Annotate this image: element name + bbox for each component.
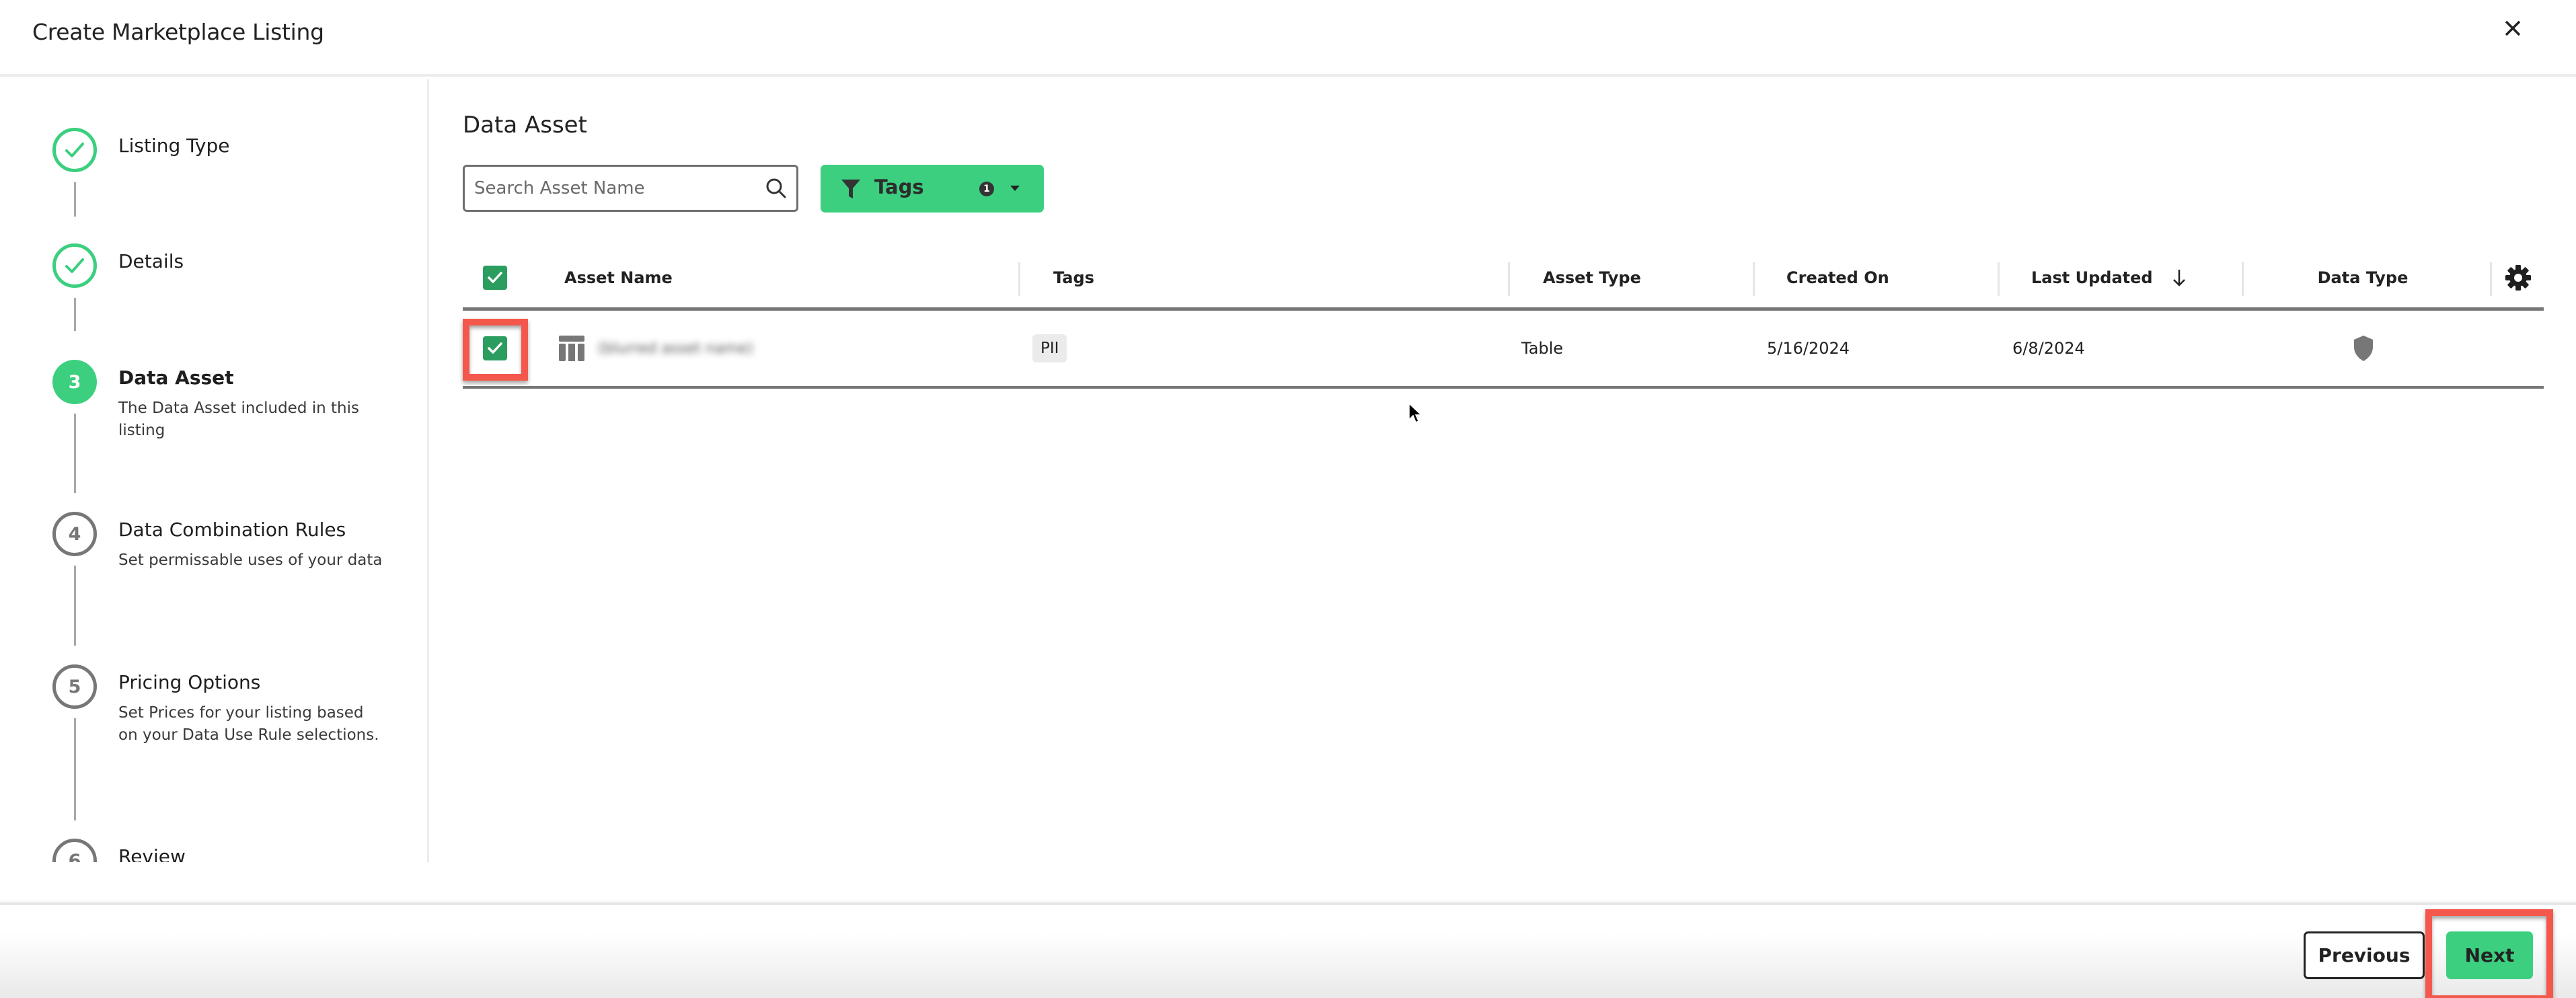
step-label: Pricing Options: [118, 671, 261, 693]
step-description: The Data Asset included in this listing: [118, 399, 359, 439]
table-row[interactable]: (blurred asset name) PII Table 5/16/2024…: [463, 311, 2544, 389]
step-connector: [74, 298, 76, 331]
column-label: Last Updated: [2031, 268, 2153, 287]
column-label: Created On: [1786, 268, 1889, 287]
shield-icon: [2354, 336, 2373, 361]
close-icon: [2505, 20, 2521, 36]
column-divider[interactable]: [2242, 262, 2244, 296]
step-number-badge: 5: [52, 664, 97, 709]
step-number-badge: 4: [52, 512, 97, 556]
tags-filter-count-badge: 1: [979, 182, 994, 196]
filter-icon: [841, 180, 860, 198]
step-connector: [74, 566, 76, 646]
table-icon: [559, 336, 584, 361]
column-divider[interactable]: [1018, 262, 1020, 296]
step-label: Data Asset: [118, 367, 234, 389]
asset-name: (blurred asset name): [598, 340, 753, 357]
previous-button[interactable]: Previous: [2304, 931, 2425, 979]
data-asset-table: Asset Name Tags Asset Type Created On La…: [463, 247, 2544, 389]
main-content: Data Asset Tags 1 Asset Name: [431, 79, 2576, 862]
data-type-cell: [2353, 311, 2374, 386]
column-header-asset-type[interactable]: Asset Type: [1508, 247, 1750, 307]
step-description: Set Prices for your listing based on you…: [118, 704, 379, 744]
column-header-tags[interactable]: Tags: [1018, 247, 1489, 307]
column-divider[interactable]: [1998, 262, 2000, 296]
check-icon: [488, 342, 502, 354]
tags-cell: PII: [1032, 311, 1067, 386]
column-header-asset-name[interactable]: Asset Name: [564, 247, 673, 307]
step-connector: [74, 414, 76, 493]
row-checkbox[interactable]: [483, 336, 507, 360]
table-header: Asset Name Tags Asset Type Created On La…: [463, 247, 2544, 311]
search-input[interactable]: [474, 167, 757, 210]
step-label: Listing Type: [118, 135, 230, 157]
column-label: Asset Type: [1543, 268, 1641, 287]
stepper: Listing Type Details 3 Data Asset The Da…: [0, 79, 429, 862]
column-label: Asset Name: [564, 268, 673, 287]
step-number-badge: 3: [52, 360, 97, 404]
step-complete-indicator: [52, 128, 97, 172]
next-button[interactable]: Next: [2446, 931, 2533, 979]
column-divider[interactable]: [1753, 262, 1755, 296]
created-on-cell: 5/16/2024: [1767, 339, 1850, 358]
step-complete-indicator: [52, 243, 97, 288]
caret-down-icon: [1010, 186, 1020, 191]
column-divider[interactable]: [1508, 262, 1510, 296]
search-box[interactable]: [463, 165, 798, 212]
search-icon[interactable]: [764, 176, 788, 200]
dialog-title: Create Marketplace Listing: [32, 19, 324, 45]
column-header-data-type[interactable]: Data Type: [2242, 247, 2484, 307]
select-all-checkbox[interactable]: [483, 265, 507, 290]
step-label: Review: [118, 845, 186, 862]
dialog-header: Create Marketplace Listing: [0, 0, 2576, 77]
asset-type-cell: Table: [1521, 339, 1564, 358]
column-header-last-updated[interactable]: Last Updated: [1998, 247, 2240, 307]
step-label: Details: [118, 250, 184, 272]
check-icon: [488, 271, 502, 283]
check-icon: [65, 258, 84, 273]
dialog-footer: Previous Next: [0, 903, 2576, 998]
asset-name-cell[interactable]: (blurred asset name): [559, 311, 753, 386]
step-number-badge: 6: [52, 839, 97, 862]
last-updated-cell: 6/8/2024: [2012, 339, 2085, 358]
gear-icon: [2505, 264, 2531, 291]
close-button[interactable]: [2499, 15, 2526, 42]
step-connector: [74, 182, 76, 217]
row-select-cell[interactable]: [483, 311, 507, 386]
column-header-created-on[interactable]: Created On: [1753, 247, 1995, 307]
step-connector: [74, 718, 76, 820]
mouse-cursor-icon: [1408, 402, 1423, 424]
step-description: Set permissable uses of your data: [118, 551, 383, 569]
table-settings-button[interactable]: [2504, 247, 2532, 307]
section-title: Data Asset: [463, 112, 587, 139]
tags-filter-label: Tags: [874, 176, 924, 198]
column-label: Tags: [1053, 268, 1094, 287]
tag-chip: PII: [1032, 334, 1067, 362]
check-icon: [65, 143, 84, 157]
header-select-all[interactable]: [483, 247, 507, 307]
tags-filter-button[interactable]: Tags 1: [821, 165, 1044, 213]
column-divider: [2490, 262, 2492, 296]
sort-descending-icon[interactable]: [2172, 268, 2187, 288]
column-label: Data Type: [2317, 268, 2409, 287]
step-label: Data Combination Rules: [118, 519, 346, 541]
column-divider-settings: [2490, 247, 2492, 307]
